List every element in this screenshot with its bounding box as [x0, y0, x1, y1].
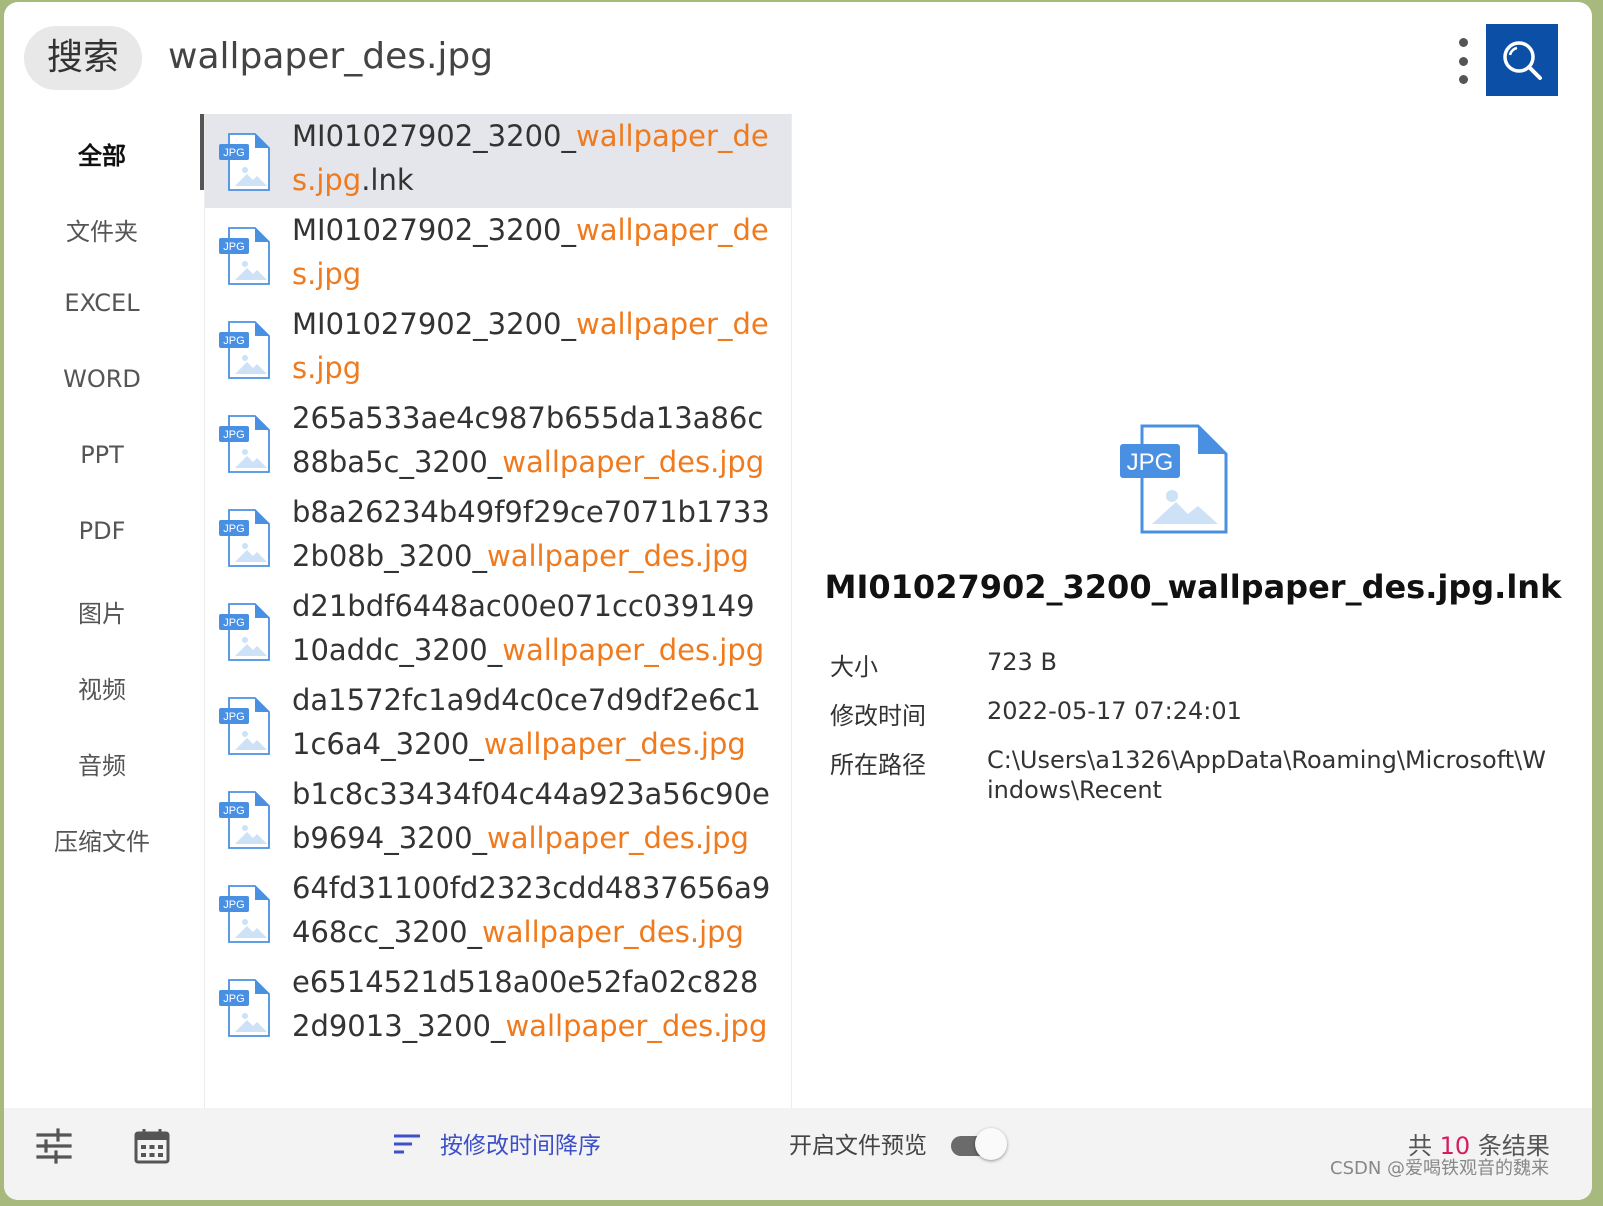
- jpg-badge-text: JPG: [223, 147, 244, 159]
- calendar-icon[interactable]: [132, 1126, 172, 1166]
- result-file-name: 265a533ae4c987b655da13a86c88ba5c_3200_wa…: [292, 396, 772, 484]
- jpg-badge-text: JPG: [223, 617, 244, 629]
- sidebar-item-video[interactable]: 视频: [4, 670, 200, 705]
- watermark-text: CSDN @爱喝铁观音的魏来: [1330, 1158, 1550, 1179]
- file-name-prefix: MI01027902_3200_: [292, 213, 576, 247]
- bottom-toolbar: 按修改时间降序 开启文件预览 共 10 条结果 CSDN @爱喝铁观音的魏来: [4, 1108, 1592, 1200]
- sort-icon[interactable]: [392, 1132, 422, 1156]
- jpg-file-icon: JPG: [219, 791, 270, 849]
- result-file-name: d21bdf6448ac00e071cc03914910addc_3200_wa…: [292, 584, 772, 672]
- jpg-badge-text: JPG: [223, 805, 244, 817]
- jpg-file-icon: JPG: [219, 321, 270, 379]
- sidebar-item-pdf[interactable]: PDF: [4, 517, 200, 545]
- result-row[interactable]: JPG MI01027902_3200_wallpaper_des.jpg: [205, 208, 791, 302]
- jpg-badge-text: JPG: [223, 523, 244, 535]
- sidebar-item-all[interactable]: 全部: [4, 136, 200, 171]
- sidebar-item-audio[interactable]: 音频: [4, 746, 200, 781]
- sidebar-item-word[interactable]: WORD: [4, 365, 200, 393]
- result-row[interactable]: JPG 265a533ae4c987b655da13a86c88ba5c_3200…: [205, 396, 791, 490]
- filter-sliders-icon[interactable]: [34, 1126, 74, 1166]
- result-row[interactable]: JPG MI01027902_3200_wallpaper_des.jpg: [205, 302, 791, 396]
- divider: [791, 114, 792, 1108]
- sidebar-item-ppt[interactable]: PPT: [4, 441, 200, 469]
- jpg-badge-text: JPG: [223, 335, 244, 347]
- file-name-match: wallpaper_des.jpg: [505, 1009, 768, 1043]
- file-name-suffix: .lnk: [361, 163, 414, 197]
- preview-toggle-switch[interactable]: [949, 1128, 1007, 1162]
- result-row[interactable]: JPG d21bdf6448ac00e071cc03914910addc_3200…: [205, 584, 791, 678]
- sort-order-button[interactable]: 按修改时间降序: [440, 1126, 601, 1160]
- result-file-name: MI01027902_3200_wallpaper_des.jpg: [292, 302, 772, 390]
- result-row[interactable]: JPG b8a26234b49f9f29ce7071b17332b08b_3200…: [205, 490, 791, 584]
- path-value: C:\Users\a1326\AppData\Roaming\Microsoft…: [987, 746, 1546, 804]
- jpg-file-icon: JPG: [219, 603, 270, 661]
- result-row[interactable]: JPG MI01027902_3200_wallpaper_des.jpg.lnk: [205, 114, 791, 208]
- file-name-match: wallpaper_des.jpg: [502, 633, 765, 667]
- result-row[interactable]: JPG da1572fc1a9d4c0ce7d9df2e6c11c6a4_3200…: [205, 678, 791, 772]
- file-name-prefix: MI01027902_3200_: [292, 119, 576, 153]
- file-name-match: wallpaper_des.jpg: [502, 445, 765, 479]
- jpg-file-large-icon: JPG: [1120, 424, 1228, 534]
- sidebar-item-folder[interactable]: 文件夹: [4, 212, 200, 247]
- result-file-name: b1c8c33434f04c44a923a56c90eb9694_3200_wa…: [292, 772, 772, 860]
- file-name-prefix: MI01027902_3200_: [292, 307, 576, 341]
- jpg-badge-text: JPG: [223, 899, 244, 911]
- path-label: 所在路径: [830, 751, 926, 779]
- result-file-name: da1572fc1a9d4c0ce7d9df2e6c11c6a4_3200_wa…: [292, 678, 772, 766]
- result-file-name: b8a26234b49f9f29ce7071b17332b08b_3200_wa…: [292, 490, 772, 578]
- jpg-file-icon: JPG: [219, 227, 270, 285]
- preview-toggle-label: 开启文件预览: [789, 1133, 927, 1159]
- jpg-file-icon: JPG: [219, 697, 270, 755]
- modified-value: 2022-05-17 07:24:01: [987, 697, 1242, 725]
- jpg-file-icon: JPG: [219, 415, 270, 473]
- size-value: 723 B: [987, 648, 1057, 676]
- search-button[interactable]: [1486, 24, 1558, 96]
- size-label: 大小: [830, 653, 878, 681]
- result-file-name: MI01027902_3200_wallpaper_des.jpg.lnk: [292, 114, 772, 202]
- result-row[interactable]: JPG e6514521d518a00e52fa02c8282d9013_3200…: [205, 960, 791, 1054]
- sidebar-item-excel[interactable]: EXCEL: [4, 289, 200, 317]
- file-name-match: wallpaper_des.jpg: [486, 539, 749, 573]
- search-icon: [1503, 41, 1542, 80]
- result-file-name: e6514521d518a00e52fa02c8282d9013_3200_wa…: [292, 960, 772, 1048]
- result-file-name: 64fd31100fd2323cdd4837656a9468cc_3200_wa…: [292, 866, 772, 954]
- app-window: 搜索 wallpaper_des.jpg 全部 文件夹 EXCEL WORD P…: [4, 2, 1592, 1200]
- jpg-file-icon: JPG: [219, 885, 270, 943]
- more-options-icon[interactable]: [1452, 38, 1474, 84]
- modified-label: 修改时间: [830, 702, 926, 730]
- file-name-match: wallpaper_des.jpg: [482, 915, 744, 949]
- jpg-badge-text: JPG: [223, 993, 244, 1005]
- preview-file-name: MI01027902_3200_wallpaper_des.jpg.lnk: [824, 568, 1562, 606]
- sidebar-item-archive[interactable]: 压缩文件: [4, 822, 200, 857]
- sidebar-item-images[interactable]: 图片: [4, 594, 200, 629]
- jpg-badge-text: JPG: [223, 429, 244, 441]
- jpg-badge-text: JPG: [1127, 449, 1174, 476]
- result-list: JPG MI01027902_3200_wallpaper_des.jpg.lnk…: [205, 114, 791, 1108]
- file-name-match: wallpaper_des.jpg: [487, 821, 749, 855]
- result-file-name: MI01027902_3200_wallpaper_des.jpg: [292, 208, 772, 296]
- search-mode-chip[interactable]: 搜索: [24, 26, 142, 90]
- jpg-badge-text: JPG: [223, 711, 244, 723]
- search-input[interactable]: wallpaper_des.jpg: [168, 36, 493, 77]
- result-row[interactable]: JPG 64fd31100fd2323cdd4837656a9468cc_3200…: [205, 866, 791, 960]
- category-sidebar: 全部 文件夹 EXCEL WORD PPT PDF 图片 视频 音频 压缩文件: [4, 114, 200, 1108]
- result-row[interactable]: JPG b1c8c33434f04c44a923a56c90eb9694_3200…: [205, 772, 791, 866]
- jpg-file-icon: JPG: [219, 509, 270, 567]
- jpg-file-icon: JPG: [219, 133, 270, 191]
- jpg-file-icon: JPG: [219, 979, 270, 1037]
- jpg-badge-text: JPG: [223, 241, 244, 253]
- file-name-match: wallpaper_des.jpg: [483, 727, 746, 761]
